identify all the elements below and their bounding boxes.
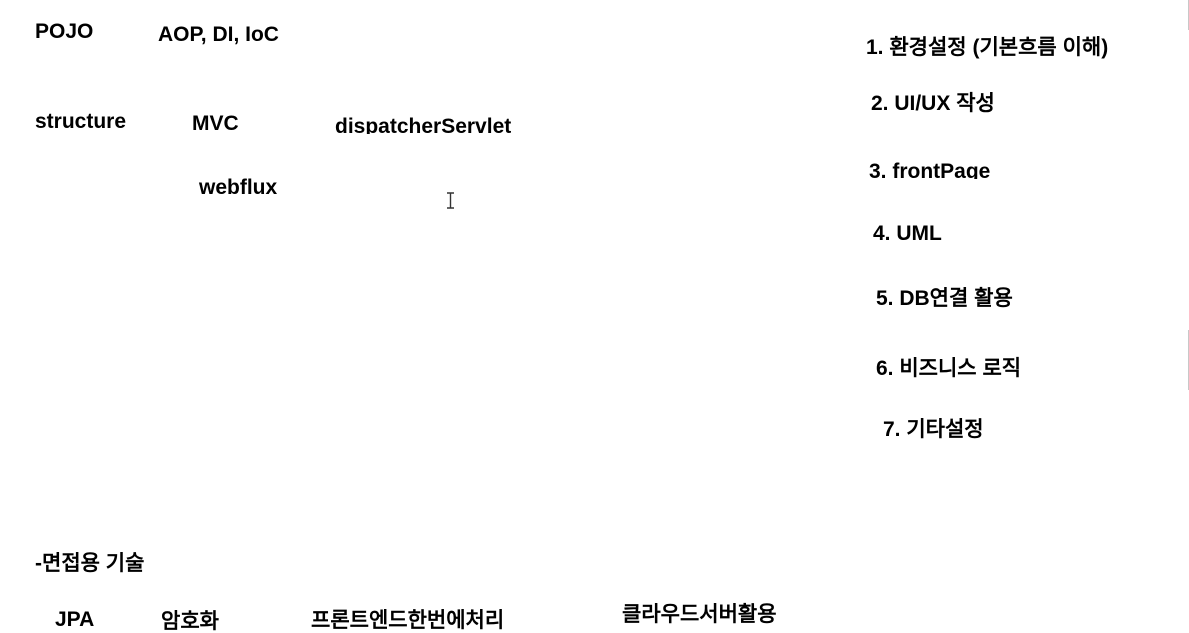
step-7: 7. 기타설정 (883, 418, 984, 441)
webflux-label: webflux (199, 176, 278, 199)
dispatcher-servlet-label: dispatcherServlet (335, 115, 512, 134)
pojo-label: POJO (35, 20, 94, 43)
aop-di-ioc-label: AOP, DI, IoC (158, 23, 279, 46)
step-1: 1. 환경설정 (기본흐름 이해) (866, 36, 1109, 59)
structure-label: structure (35, 110, 127, 133)
step-4: 4. UML (873, 222, 942, 245)
interview-item-frontend: 프론트엔드한번에처리 (311, 609, 505, 632)
text-cursor-icon (447, 192, 454, 209)
step-3: 3. frontPage (869, 160, 991, 179)
notes-canvas[interactable]: POJO AOP, DI, IoC structure MVC dispatch… (0, 0, 1189, 633)
step-2: 2. UI/UX 작성 (871, 92, 995, 115)
interview-item-cloud: 클라우드서버활용 (622, 603, 777, 626)
step-6: 6. 비즈니스 로직 (876, 357, 1022, 380)
step-5: 5. DB연결 활용 (876, 287, 1013, 310)
interview-item-encryption: 암호화 (161, 610, 219, 633)
mvc-label: MVC (192, 112, 239, 135)
interview-heading: -면접용 기술 (35, 552, 145, 575)
interview-item-jpa: JPA (55, 608, 95, 631)
